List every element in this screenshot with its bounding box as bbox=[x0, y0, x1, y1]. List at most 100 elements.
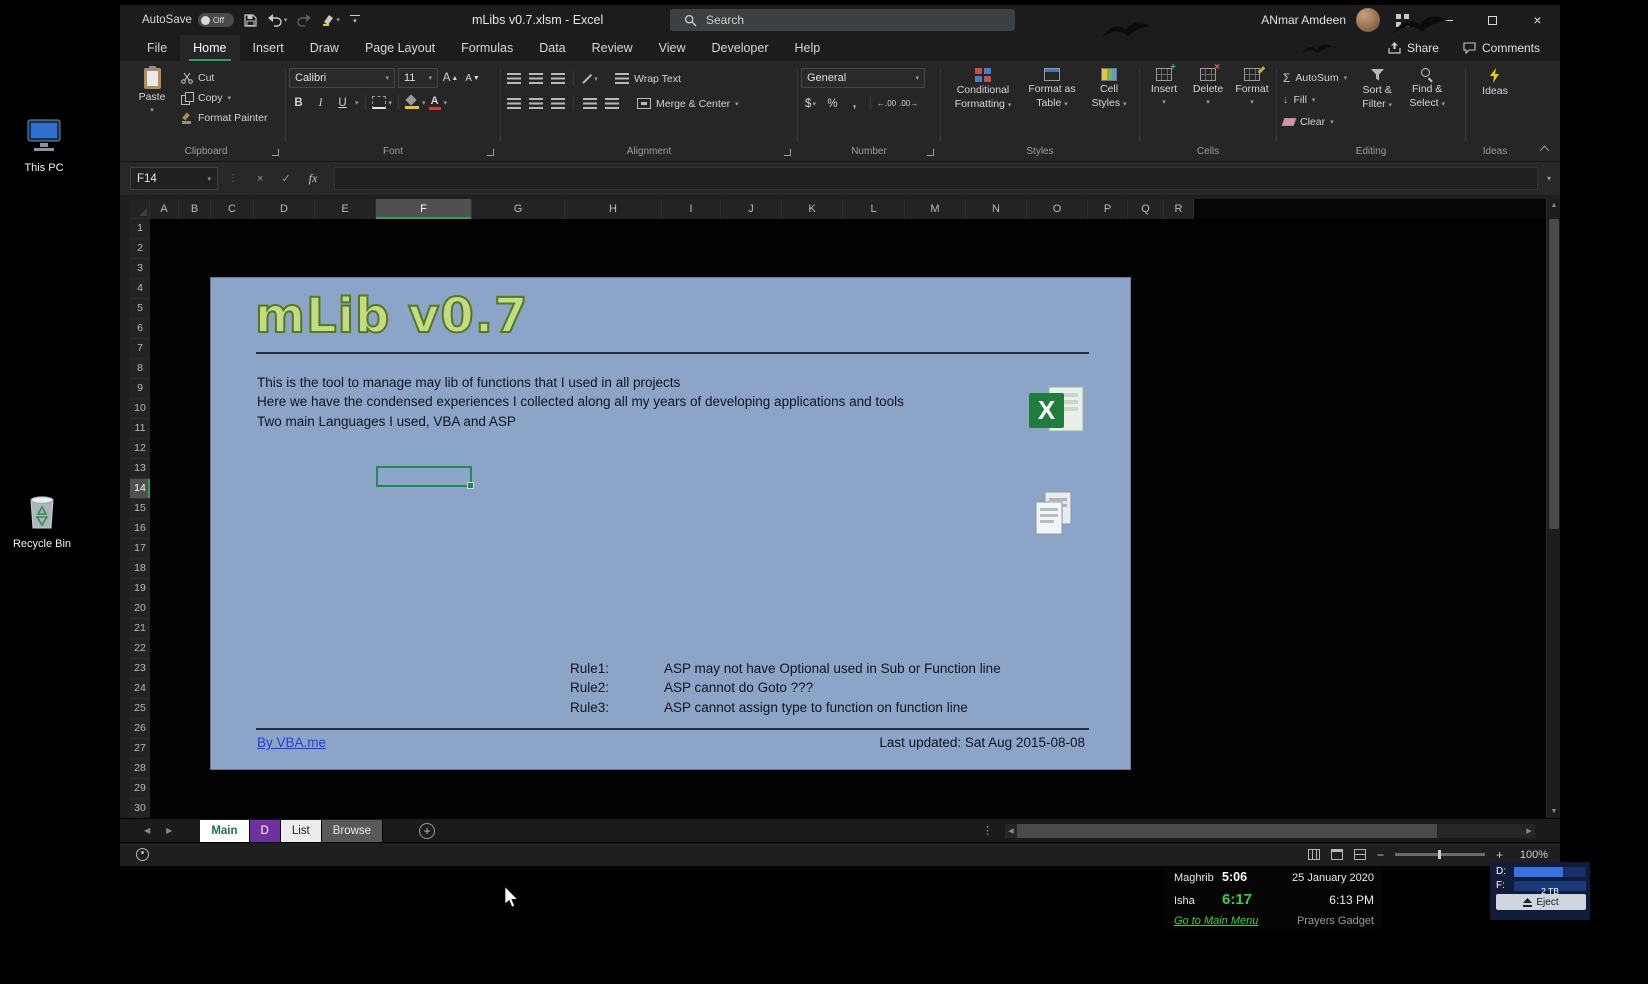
top-align-button[interactable] bbox=[504, 69, 523, 88]
zoom-slider-thumb[interactable] bbox=[1438, 850, 1441, 859]
row-header-29[interactable]: 29 bbox=[130, 779, 150, 799]
sheet-nav-right-icon[interactable]: ▶ bbox=[166, 826, 172, 835]
ribbon-tab-help[interactable]: Help bbox=[782, 35, 834, 61]
cut-button[interactable]: Cut bbox=[178, 68, 270, 87]
clear-button[interactable]: Clear ▾ bbox=[1280, 112, 1350, 131]
hscrollbar-thumb[interactable] bbox=[1017, 824, 1437, 838]
name-box[interactable]: F14 ▾ bbox=[130, 167, 218, 190]
accounting-format-button[interactable]: $▾ bbox=[801, 94, 820, 113]
number-format-select[interactable]: General▾ bbox=[801, 68, 925, 88]
page-break-view-icon[interactable] bbox=[1354, 849, 1366, 860]
close-button[interactable]: × bbox=[1515, 5, 1560, 35]
accessibility-icon[interactable] bbox=[136, 848, 149, 861]
decrease-indent-button[interactable] bbox=[580, 94, 599, 113]
row-header-7[interactable]: 7 bbox=[130, 339, 150, 359]
increase-decimal-button[interactable]: ←.00 bbox=[877, 94, 896, 113]
horizontal-scrollbar[interactable]: ◀ ▶ bbox=[1005, 824, 1535, 838]
insert-cells-button[interactable]: Insert ▾ bbox=[1143, 64, 1185, 109]
desktop-icon-recycle-bin[interactable]: Recycle Bin bbox=[4, 490, 80, 550]
vertical-scrollbar[interactable]: ▲ ▼ bbox=[1546, 199, 1560, 818]
comments-button[interactable]: Comments bbox=[1453, 38, 1550, 58]
row-header-6[interactable]: 6 bbox=[130, 319, 150, 339]
decrease-decimal-button[interactable]: .00→ bbox=[899, 94, 918, 113]
decrease-font-size-button[interactable]: A▼ bbox=[463, 69, 482, 88]
align-right-button[interactable] bbox=[548, 94, 567, 113]
percent-style-button[interactable]: % bbox=[823, 94, 842, 113]
active-cell[interactable] bbox=[376, 466, 472, 487]
redo-button[interactable] bbox=[297, 14, 312, 27]
wrap-text-button[interactable]: Wrap Text bbox=[612, 69, 684, 88]
sort-filter-button[interactable]: Sort & Filter ▾ bbox=[1354, 64, 1400, 112]
ribbon-tab-data[interactable]: Data bbox=[526, 35, 578, 61]
row-header-11[interactable]: 11 bbox=[130, 419, 150, 439]
row-header-14[interactable]: 14 bbox=[130, 479, 150, 499]
column-header-J[interactable]: J bbox=[721, 199, 782, 219]
column-header-C[interactable]: C bbox=[211, 199, 254, 219]
scroll-left-icon[interactable]: ◀ bbox=[1005, 827, 1017, 835]
customize-quick-access-icon[interactable]: ▾ bbox=[350, 15, 360, 25]
desktop-icon-this-pc[interactable]: This PC bbox=[6, 118, 82, 174]
column-header-P[interactable]: P bbox=[1088, 199, 1128, 219]
row-header-8[interactable]: 8 bbox=[130, 359, 150, 379]
collapse-ribbon-icon[interactable] bbox=[1540, 146, 1550, 156]
copy-dropdown-icon[interactable]: ▾ bbox=[228, 94, 232, 102]
ribbon-tab-insert[interactable]: Insert bbox=[240, 35, 297, 61]
eject-button[interactable]: Eject bbox=[1496, 894, 1586, 910]
grid-canvas[interactable]: mLib v0.7 This is the tool to manage may… bbox=[150, 219, 1546, 818]
user-avatar[interactable] bbox=[1356, 8, 1380, 32]
merge-center-button[interactable]: Merge & Center ▾ bbox=[634, 94, 742, 113]
ribbon-tab-page-layout[interactable]: Page Layout bbox=[352, 35, 448, 61]
undo-dropdown-icon[interactable]: ▾ bbox=[284, 16, 288, 24]
sheet-tab-main[interactable]: Main bbox=[200, 820, 249, 842]
zoom-slider[interactable] bbox=[1395, 853, 1485, 856]
increase-font-size-button[interactable]: A▲ bbox=[441, 69, 460, 88]
increase-indent-button[interactable] bbox=[602, 94, 621, 113]
merge-center-dropdown-icon[interactable]: ▾ bbox=[735, 100, 739, 108]
normal-view-icon[interactable] bbox=[1308, 849, 1320, 860]
fill-color-icon[interactable] bbox=[405, 96, 419, 109]
fill-button[interactable]: ↓ Fill ▾ bbox=[1280, 90, 1350, 109]
column-header-D[interactable]: D bbox=[254, 199, 315, 219]
sheet-tab-browse[interactable]: Browse bbox=[322, 820, 383, 842]
row-header-9[interactable]: 9 bbox=[130, 379, 150, 399]
column-header-L[interactable]: L bbox=[843, 199, 905, 219]
vscrollbar-thumb[interactable] bbox=[1549, 219, 1559, 529]
gadget-menu-link[interactable]: Go to Main Menu bbox=[1174, 915, 1258, 927]
autosum-button[interactable]: Σ AutoSum ▾ bbox=[1280, 68, 1350, 87]
format-as-table-button[interactable]: Format as Table ▾ bbox=[1022, 64, 1082, 111]
ribbon-tab-developer[interactable]: Developer bbox=[699, 35, 782, 61]
search-box[interactable]: Search bbox=[670, 9, 1015, 31]
ribbon-tab-draw[interactable]: Draw bbox=[297, 35, 352, 61]
column-header-F[interactable]: F bbox=[376, 199, 472, 219]
cell-styles-button[interactable]: Cell Styles ▾ bbox=[1084, 64, 1134, 111]
row-header-23[interactable]: 23 bbox=[130, 659, 150, 679]
font-size-select[interactable]: 11▾ bbox=[398, 68, 438, 88]
row-header-22[interactable]: 22 bbox=[130, 639, 150, 659]
sheet-tab-list[interactable]: List bbox=[281, 820, 322, 842]
font-dialog-launcher-icon[interactable] bbox=[487, 149, 494, 156]
conditional-formatting-button[interactable]: Conditional Formatting ▾ bbox=[946, 64, 1020, 112]
paste-button[interactable]: Paste ▾ bbox=[130, 64, 174, 117]
scroll-down-icon[interactable]: ▼ bbox=[1547, 808, 1561, 815]
copy-button[interactable]: Copy ▾ bbox=[178, 88, 270, 107]
column-header-I[interactable]: I bbox=[662, 199, 721, 219]
vba-link[interactable]: By VBA.me bbox=[257, 735, 326, 750]
ribbon-tab-formulas[interactable]: Formulas bbox=[448, 35, 526, 61]
row-header-21[interactable]: 21 bbox=[130, 619, 150, 639]
autosave-toggle[interactable]: AutoSave Off bbox=[142, 13, 234, 27]
clipboard-dialog-launcher-icon[interactable] bbox=[272, 149, 279, 156]
italic-button[interactable]: I bbox=[311, 93, 330, 112]
row-header-25[interactable]: 25 bbox=[130, 699, 150, 719]
formula-input[interactable] bbox=[334, 167, 1538, 190]
cancel-icon[interactable]: × bbox=[257, 173, 263, 185]
add-sheet-button[interactable]: + bbox=[419, 823, 435, 839]
row-header-5[interactable]: 5 bbox=[130, 299, 150, 319]
row-header-3[interactable]: 3 bbox=[130, 259, 150, 279]
column-header-M[interactable]: M bbox=[905, 199, 966, 219]
row-header-15[interactable]: 15 bbox=[130, 499, 150, 519]
font-color-icon[interactable]: A bbox=[429, 96, 441, 110]
row-header-13[interactable]: 13 bbox=[130, 459, 150, 479]
column-header-A[interactable]: A bbox=[150, 199, 179, 219]
row-header-12[interactable]: 12 bbox=[130, 439, 150, 459]
insert-function-icon[interactable]: fx bbox=[309, 171, 318, 186]
